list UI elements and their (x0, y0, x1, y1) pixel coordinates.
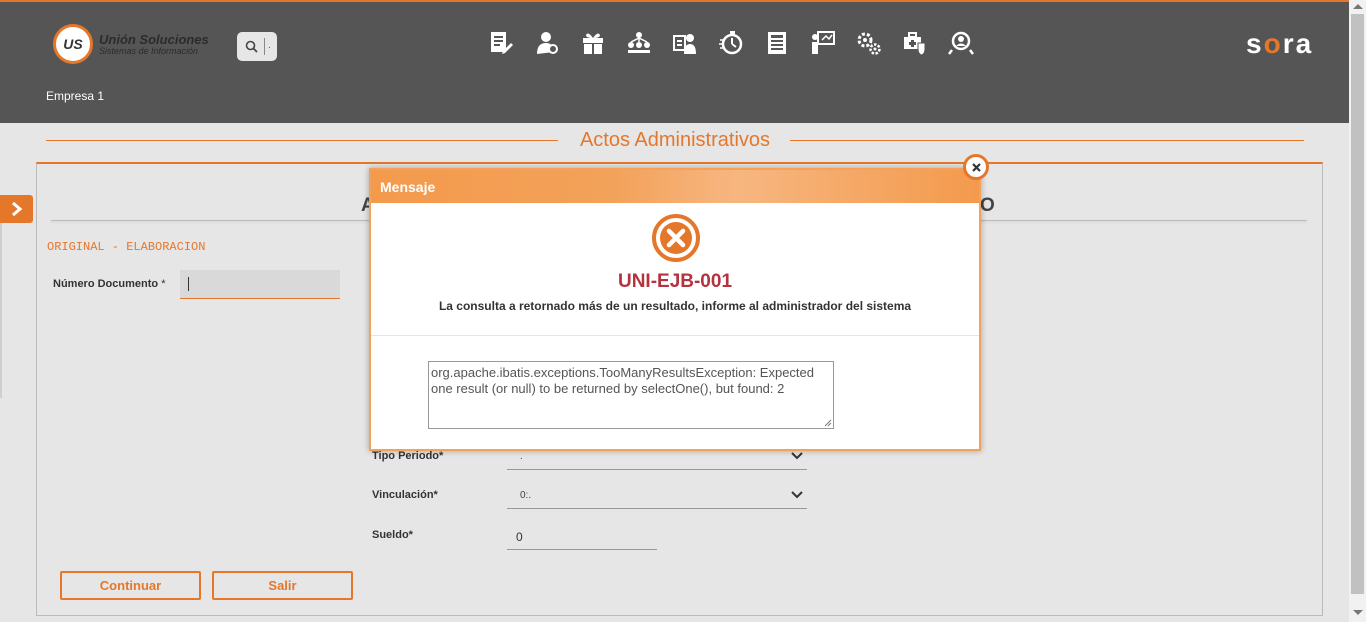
page-title-bar: Actos Administrativos (46, 124, 1304, 156)
company-name: Empresa 1 (46, 89, 105, 103)
medical-kit-shield-icon[interactable] (902, 30, 948, 60)
sueldo-input[interactable]: 0 (507, 525, 657, 550)
app-header: US Unión Soluciones Sistemas de Informac… (0, 2, 1349, 123)
salir-button[interactable]: Salir (212, 571, 353, 600)
chevron-down-icon (791, 452, 803, 460)
sidebar-rail (0, 223, 2, 398)
dialog-divider (371, 335, 979, 336)
close-icon (971, 163, 981, 172)
person-settings-icon[interactable] (534, 30, 580, 60)
tipo-periodo-label: Tipo Periodo* (372, 450, 444, 462)
resize-grip-icon[interactable] (824, 419, 832, 427)
gift-icon[interactable] (580, 30, 626, 60)
company-logo[interactable]: US Unión Soluciones Sistemas de Informac… (53, 24, 209, 64)
dialog-close-button[interactable] (963, 154, 989, 180)
presentation-icon[interactable] (810, 30, 856, 60)
logo-mark: US (53, 24, 93, 64)
sara-brand-logo: sora (1246, 28, 1314, 59)
report-list-icon[interactable] (764, 30, 810, 60)
message-dialog: Mensaje UNI-EJB-001 La consulta a retorn… (369, 168, 981, 451)
search-icon (245, 40, 258, 53)
logo-title: Unión Soluciones (99, 32, 209, 47)
dialog-header: Mensaje (371, 170, 979, 203)
module-nav (488, 30, 994, 60)
gears-icon[interactable] (856, 30, 902, 60)
chevron-right-icon (11, 201, 22, 217)
form-state-label: ORIGINAL - ELABORACION (47, 240, 206, 254)
employee-card-icon[interactable] (672, 30, 718, 60)
logo-subtitle: Sistemas de Información (99, 46, 199, 56)
vinculacion-select[interactable]: 0:. (507, 484, 807, 509)
scroll-down-arrow-icon[interactable] (1353, 610, 1363, 615)
stopwatch-icon[interactable] (718, 30, 764, 60)
sidebar-toggle-button[interactable] (0, 195, 33, 223)
error-detail-textarea[interactable]: org.apache.ibatis.exceptions.TooManyResu… (428, 361, 834, 429)
numero-documento-label: Número Documento * (53, 278, 166, 290)
error-message: La consulta a retornado más de un result… (438, 299, 912, 313)
form-heading-end: O (980, 195, 995, 216)
people-search-icon[interactable] (948, 30, 994, 60)
scrollbar-thumb[interactable] (1351, 14, 1364, 594)
error-icon (652, 214, 700, 262)
error-code: UNI-EJB-001 (617, 271, 733, 292)
vinculacion-label: Vinculación* (372, 489, 438, 501)
document-edit-icon[interactable] (488, 30, 534, 60)
org-hierarchy-icon[interactable] (626, 30, 672, 60)
search-button[interactable]: . (237, 32, 277, 61)
sueldo-label: Sueldo* (372, 529, 413, 541)
chevron-down-icon (791, 491, 803, 499)
dialog-title: Mensaje (380, 179, 436, 195)
continuar-button[interactable]: Continuar (60, 571, 201, 600)
search-separator: . (268, 40, 271, 51)
scroll-up-arrow-icon[interactable] (1353, 4, 1363, 9)
numero-documento-input[interactable] (180, 270, 340, 299)
